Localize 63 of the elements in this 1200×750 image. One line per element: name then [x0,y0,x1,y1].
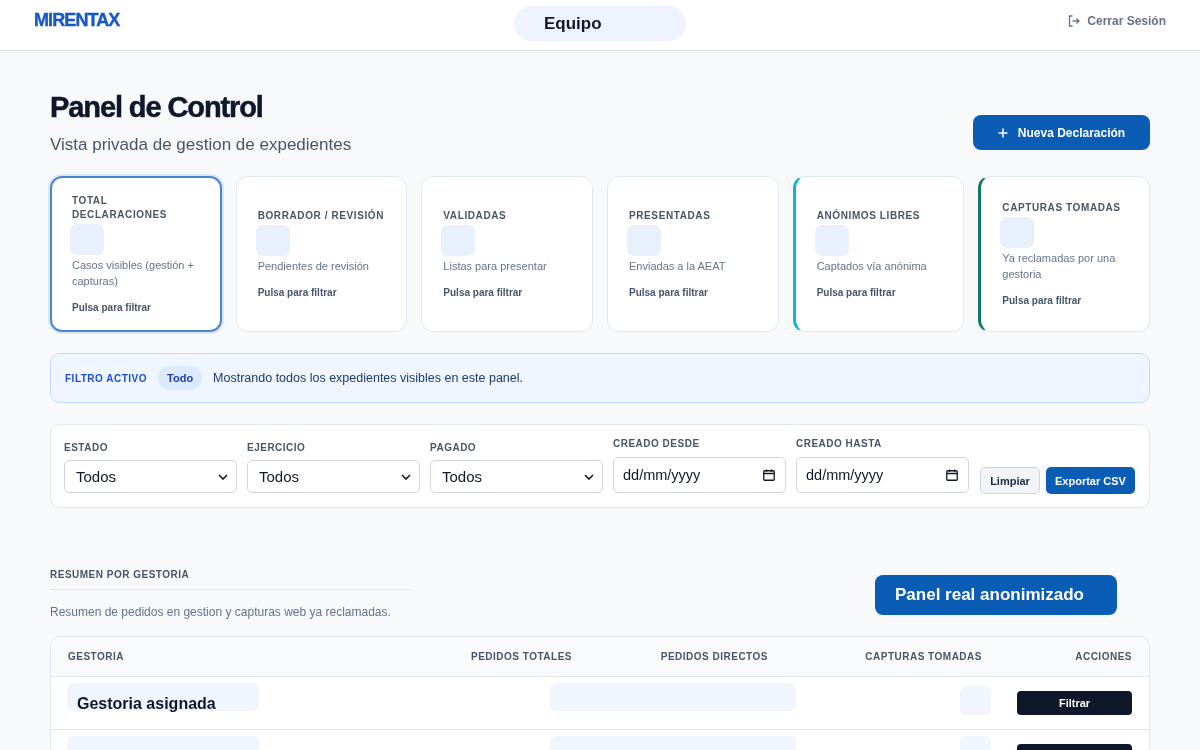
column-header: GESTORIA [68,651,125,662]
stat-card[interactable]: BORRADOR / REVISIÓN Pendientes de revisión Pulsa para filtrar [235,176,408,332]
date-field[interactable]: dd/mm/yyyy [796,457,969,493]
card-description: Enviadas a la AEAT [629,258,726,274]
column-header: ACCIONES [1075,651,1132,662]
team-label: Equipo [514,6,686,41]
logout-icon [1068,15,1081,27]
field-label: CREADO DESDE [613,438,700,450]
card-label: CAPTURAS TOMADAS [1002,200,1121,215]
card-hint: Pulsa para filtrar [257,285,337,300]
column-header: PEDIDOS DIRECTOS [660,651,768,662]
select-field[interactable]: Todos [247,460,420,493]
plus-icon [997,127,1008,138]
card-description: Captados vía anónima [816,258,927,274]
filter-button[interactable] [1017,744,1132,750]
stat-card[interactable]: CAPTURAS TOMADAS Ya reclamadas por una gestoria Pulsa para filtrar [978,176,1150,332]
card-description: Listas para presentar [443,258,547,274]
section-description: Resumen de pedidos en gestion y capturas web ya reclamadas. [50,604,391,620]
card-hint: Pulsa para filtrar [72,300,151,315]
card-description: Pendientes de revisión [257,258,369,274]
card-hint: Pulsa para filtrar [629,285,708,300]
card-label: PRESENTADAS [629,208,711,223]
field-label: CREADO HASTA [796,438,882,450]
filter-button[interactable]: Filtrar [1017,691,1132,715]
chevron-down-icon [401,473,411,480]
clear-button[interactable]: Limpiar [980,467,1040,494]
export-button[interactable]: Exportar CSV [1046,467,1135,494]
stat-card[interactable]: PRESENTADAS Enviadas a la AEAT Pulsa para filtrar [607,176,779,332]
logout-button[interactable]: Cerrar Sesión [1068,13,1166,29]
column-header: PEDIDOS TOTALES [470,651,572,662]
filter-message: Mostrando todos los expedientes visibles en este panel. [213,371,524,385]
logo: MIRENTAX [34,10,120,30]
stat-card[interactable]: VALIDADAS Listas para presentar Pulsa para filtrar [421,176,593,332]
select-field[interactable]: Todos [430,460,603,493]
date-field[interactable]: dd/mm/yyyy [613,457,786,493]
chevron-down-icon [218,473,228,480]
section-title: RESUMEN POR GESTORIA [50,569,190,581]
gestoria-name: Gestoria asignada [77,694,216,713]
calendar-icon [946,469,958,481]
filter-chip: Todo [158,366,203,390]
stat-card[interactable]: ANÓNIMOS LIBRES Captados vía anónima Pulsa para filtrar [792,176,965,332]
card-hint: Pulsa para filtrar [816,285,896,300]
field-label: PAGADO [430,442,477,454]
card-label: BORRADOR / REVISIÓN [257,208,385,223]
card-label: ANÓNIMOS LIBRES [816,208,921,223]
stat-card[interactable]: TOTAL DECLARACIONES Casos visibles (gestión + capturas) Pulsa para filtrar [50,176,222,332]
chevron-down-icon [584,473,594,480]
new-declaration-button[interactable]: Nueva Declaración [973,115,1150,150]
select-field[interactable]: Todos [64,460,237,493]
calendar-icon [763,469,775,481]
card-label: VALIDADAS [443,208,507,223]
anonymized-label: Panel real anonimizado [875,575,1117,615]
card-description: Casos visibles (gestión + capturas) [72,257,195,289]
field-label: ESTADO [64,442,108,454]
column-header: CAPTURAS TOMADAS [865,651,982,662]
page-subtitle: Vista privada de gestion de expedientes [50,134,352,156]
filter-label: FILTRO ACTIVO [65,372,148,384]
card-hint: Pulsa para filtrar [1002,293,1082,308]
field-label: EJERCICIO [247,442,306,454]
card-label: TOTAL DECLARACIONES [72,193,169,222]
card-description: Ya reclamadas por una gestoria [1002,250,1117,282]
card-hint: Pulsa para filtrar [443,285,523,300]
page-title: Panel de Control [50,90,263,124]
